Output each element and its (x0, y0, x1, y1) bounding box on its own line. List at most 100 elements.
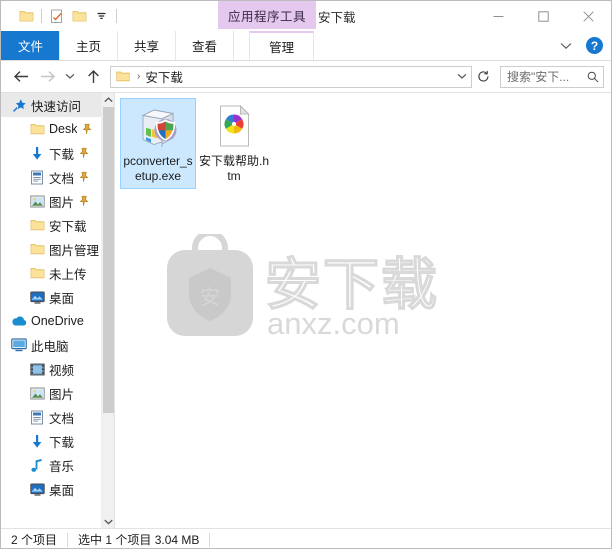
breadcrumb-separator[interactable]: › (134, 71, 143, 82)
qat-separator-2 (116, 9, 117, 23)
qat-new-item-button[interactable] (46, 5, 68, 27)
file-item-exe[interactable]: pconverter_setup.exe (120, 98, 196, 189)
navigation-scrollbar[interactable] (101, 93, 114, 528)
ribbon-tab-bar: 文件 主页 共享 查看 管理 ? (1, 31, 611, 61)
chevron-down-icon (65, 73, 75, 79)
sidebar-item-16[interactable]: 桌面 (1, 477, 101, 501)
close-button[interactable] (566, 1, 611, 31)
sidebar-item-7[interactable]: 未上传 (1, 261, 101, 285)
address-bar-actions (452, 67, 471, 87)
qat-folder-properties-button[interactable] (15, 5, 37, 27)
qat-folder-button[interactable] (68, 5, 90, 27)
sidebar-item-10[interactable]: 此电脑 (1, 333, 101, 357)
recent-locations-button[interactable] (60, 64, 80, 90)
chevron-down-icon (104, 519, 113, 524)
search-icon (583, 71, 603, 83)
window-title: 安下载 (318, 10, 356, 25)
watermark-domain-text: anxz.com (267, 306, 400, 341)
tab-view[interactable]: 查看 (175, 31, 235, 60)
sidebar-item-label: 此电脑 (31, 339, 69, 354)
music-note-icon (29, 457, 45, 473)
sidebar-item-12[interactable]: 图片 (1, 381, 101, 405)
pin-icon (79, 171, 89, 183)
sidebar-item-6[interactable]: 图片管理 (1, 237, 101, 261)
sidebar-item-4[interactable]: 图片 (1, 189, 101, 213)
pin-star-icon (11, 97, 27, 113)
file-name-label: pconverter_setup.exe (123, 154, 193, 183)
sidebar-item-0[interactable]: 快速访问 (1, 93, 101, 117)
folder-icon (29, 265, 45, 281)
chevron-down-icon (457, 73, 466, 79)
videos-icon (29, 361, 45, 377)
breadcrumb-current-path[interactable]: 安下载 (143, 67, 183, 86)
sidebar-item-8[interactable]: 桌面 (1, 285, 101, 309)
maximize-icon (538, 10, 549, 22)
sidebar-item-1[interactable]: Desk (1, 117, 101, 141)
title-bar: 应用程序工具 安下载 (1, 1, 611, 31)
this-pc-icon (11, 337, 27, 353)
folder-icon (29, 217, 45, 233)
sidebar-item-11[interactable]: 视频 (1, 357, 101, 381)
address-bar[interactable]: › 安下载 (110, 65, 472, 88)
sidebar-item-label: 音乐 (49, 459, 75, 474)
folder-icon (29, 121, 45, 137)
qat-customize-button[interactable] (90, 5, 112, 27)
sidebar-item-label: 下载 (49, 435, 75, 450)
sidebar-item-3[interactable]: 文档 (1, 165, 101, 189)
pin-icon (83, 123, 92, 135)
search-box[interactable]: 搜索"安下... (500, 65, 604, 88)
expand-ribbon-button[interactable] (556, 36, 576, 56)
tab-manage[interactable]: 管理 (249, 31, 315, 60)
scroll-up-button[interactable] (102, 93, 114, 106)
refresh-button[interactable] (472, 64, 494, 90)
chevron-up-icon (103, 96, 113, 102)
close-icon (583, 10, 594, 22)
tab-file[interactable]: 文件 (1, 31, 61, 60)
scrollbar-thumb[interactable] (103, 107, 114, 413)
sidebar-item-label: 安下载 (49, 219, 87, 234)
tab-share[interactable]: 共享 (117, 31, 177, 60)
sidebar-item-9[interactable]: OneDrive (1, 309, 101, 333)
folder-icon (72, 11, 86, 22)
pictures-icon (29, 385, 45, 401)
address-dropdown-button[interactable] (452, 67, 471, 87)
pin-icon[interactable] (82, 123, 92, 135)
tab-home[interactable]: 主页 (59, 31, 119, 60)
search-input[interactable]: 搜索"安下... (501, 68, 583, 85)
minimize-button[interactable] (476, 1, 521, 31)
folder-icon (29, 241, 45, 257)
explorer-body: 快速访问 Desk 下载 文档 图片 安下载 图片管理 未上传 桌面 OneDrive 此电脑 视频图… (1, 92, 611, 528)
up-button[interactable] (80, 64, 106, 90)
status-selection-info: 选中 1 个项目 3.04 MB (78, 533, 200, 547)
scroll-down-button[interactable] (102, 515, 114, 528)
refresh-icon (477, 70, 489, 82)
sidebar-item-label: 图片 (49, 195, 75, 210)
help-button[interactable]: ? (586, 37, 603, 54)
sidebar-item-5[interactable]: 安下载 (1, 213, 101, 237)
forward-button[interactable] (34, 64, 60, 90)
sidebar-item-13[interactable]: 文档 (1, 405, 101, 429)
download-arrow-icon (29, 433, 45, 449)
file-list-area[interactable]: pconverter_setup.exe 安下载帮助.htm 安 安下载 anx… (114, 93, 611, 528)
installer-exe-icon (134, 102, 182, 150)
pin-icon[interactable] (79, 147, 89, 159)
maximize-button[interactable] (521, 1, 566, 31)
quick-access-toolbar (1, 1, 121, 31)
back-button[interactable] (8, 64, 34, 90)
sidebar-item-label: 桌面 (49, 291, 75, 306)
sidebar-item-label: 下载 (49, 147, 75, 162)
sidebar-item-label: 图片 (49, 387, 75, 402)
watermark-brand-text: 安下载 (265, 253, 439, 318)
arrow-right-icon (40, 71, 55, 82)
arrow-left-icon (13, 71, 28, 82)
sidebar-item-label: OneDrive (31, 314, 84, 328)
chevron-down-icon (560, 42, 572, 49)
file-item-htm[interactable]: 安下载帮助.htm (196, 98, 272, 189)
sidebar-item-14[interactable]: 下载 (1, 429, 101, 453)
pin-icon[interactable] (79, 171, 89, 183)
minimize-icon (493, 15, 504, 17)
sidebar-item-15[interactable]: 音乐 (1, 453, 101, 477)
sidebar-item-2[interactable]: 下载 (1, 141, 101, 165)
pin-icon[interactable] (79, 195, 89, 207)
arrow-up-icon (87, 69, 99, 83)
